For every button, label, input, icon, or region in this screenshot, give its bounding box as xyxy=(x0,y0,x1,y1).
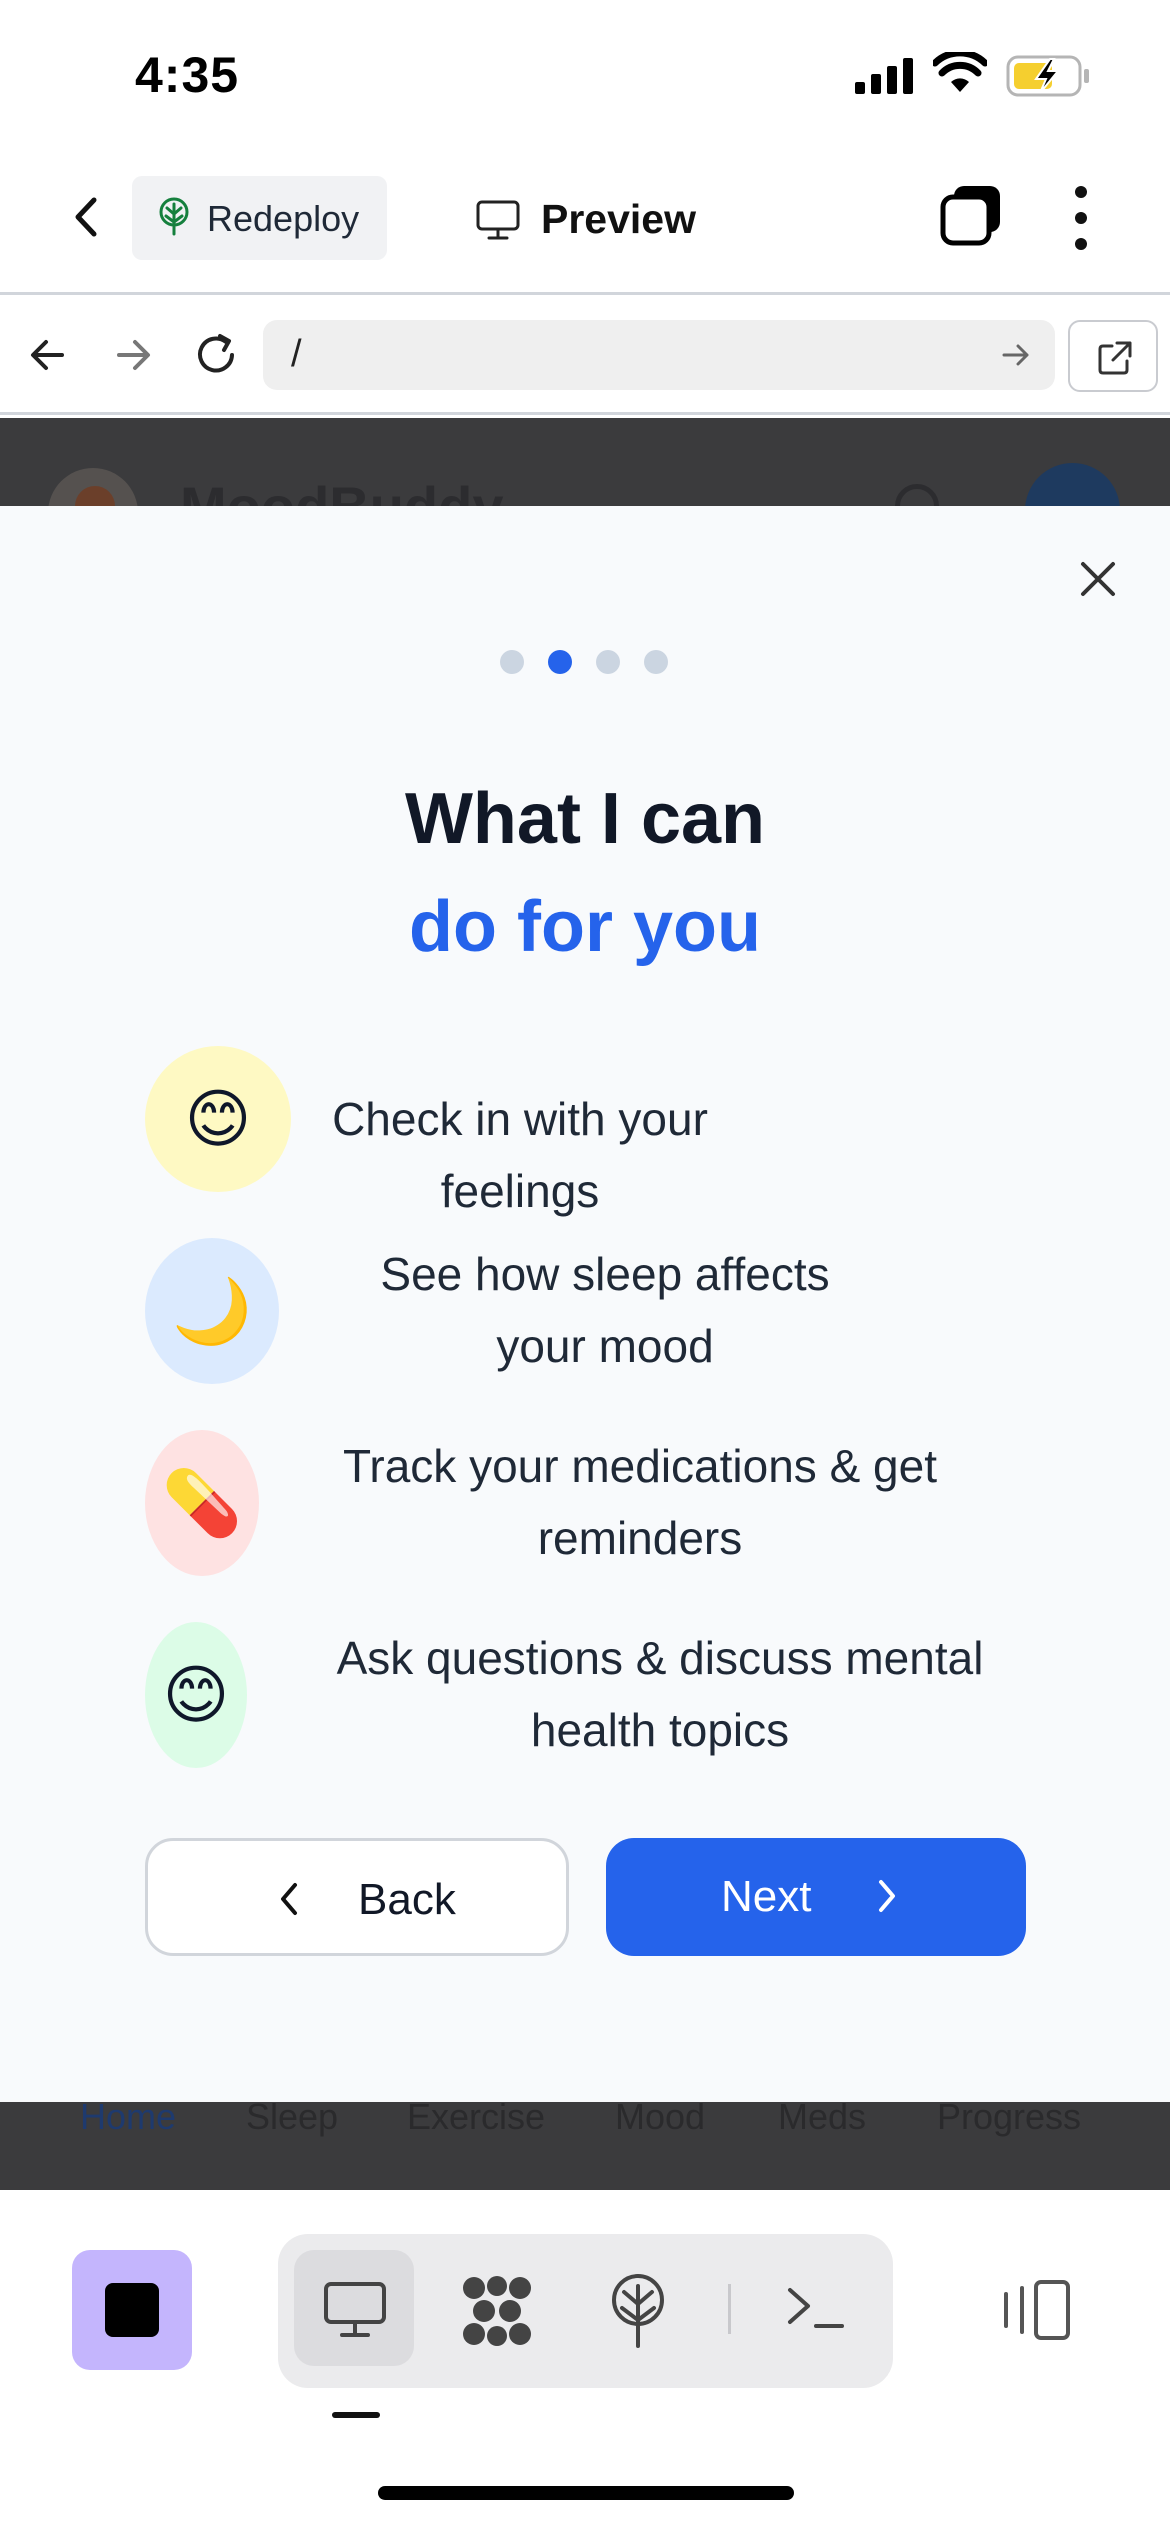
url-input[interactable]: / xyxy=(263,320,1055,390)
redeploy-button[interactable]: Redeploy xyxy=(132,176,387,260)
smiling-face-icon: 😊 xyxy=(145,1622,247,1768)
monitor-icon xyxy=(324,2282,386,2337)
site-tab-progress: Progress xyxy=(937,2102,1082,2137)
next-button[interactable]: Next xyxy=(606,1838,1026,1956)
site-avatar xyxy=(1025,463,1120,506)
step-dot xyxy=(596,650,620,674)
step-dot xyxy=(500,650,524,674)
bottom-toolbar xyxy=(0,2190,1170,2532)
back-button[interactable]: Back xyxy=(145,1838,569,1956)
site-tab-home: Home xyxy=(80,2102,177,2137)
open-external-button[interactable] xyxy=(1068,320,1158,392)
url-text: / xyxy=(291,333,302,375)
go-arrow-icon[interactable] xyxy=(999,338,1033,372)
feature-item: 😊 Ask questions & discuss mental health … xyxy=(145,1622,1025,1768)
reload-icon[interactable] xyxy=(188,327,244,383)
feature-item: 😊 Check in with your feelings xyxy=(145,1046,1025,1217)
browser-back-icon[interactable] xyxy=(20,327,76,383)
terminal-icon[interactable] xyxy=(786,2284,846,2334)
preview-tab[interactable]: Preview xyxy=(475,190,696,250)
site-tab-mood: Mood xyxy=(615,2102,706,2137)
tool-switcher xyxy=(278,2234,893,2388)
back-chevron-icon[interactable] xyxy=(62,192,112,242)
next-button-label: Next xyxy=(721,1872,812,1921)
deploy-tree-icon xyxy=(159,197,189,236)
close-icon[interactable] xyxy=(1075,556,1121,602)
site-brand: MoodBuddy xyxy=(180,474,503,506)
onboarding-modal: What I can do for you 😊 Check in with yo… xyxy=(0,506,1170,2102)
chevron-right-icon xyxy=(879,1880,895,1912)
preview-tool-button[interactable] xyxy=(294,2250,414,2366)
step-dot xyxy=(644,650,668,674)
stop-icon xyxy=(105,2283,159,2337)
browser-forward-icon[interactable] xyxy=(105,327,161,383)
crescent-moon-icon: 🌙 xyxy=(145,1238,279,1384)
stop-button[interactable] xyxy=(72,2250,192,2370)
feature-text: Track your medications & get reminders xyxy=(343,1440,937,1564)
preview-label: Preview xyxy=(541,196,696,242)
smiling-face-icon: 😊 xyxy=(145,1046,291,1192)
back-button-label: Back xyxy=(358,1875,456,1924)
step-indicator xyxy=(500,648,680,676)
wifi-icon xyxy=(933,52,987,92)
site-tab-meds: Meds xyxy=(778,2102,867,2137)
site-tab-exercise: Exercise xyxy=(407,2102,546,2137)
feature-text: See how sleep affects your mood xyxy=(380,1248,830,1372)
site-header-dimmed: MoodBuddy xyxy=(0,418,1170,506)
modal-title: What I can xyxy=(404,779,766,859)
pill-icon: 💊 xyxy=(145,1430,259,1576)
split-panel-icon[interactable] xyxy=(1000,2278,1074,2342)
feature-item: 💊 Track your medications & get reminders xyxy=(145,1430,1025,1576)
tabs-switcher-icon[interactable] xyxy=(940,184,1002,246)
battery-charging-icon xyxy=(1006,55,1089,97)
more-options-icon[interactable] xyxy=(1066,186,1096,250)
active-tool-indicator xyxy=(332,2412,380,2418)
status-time: 4:35 xyxy=(135,47,240,103)
site-tab-sleep: Sleep xyxy=(246,2102,339,2137)
grid-apps-icon[interactable] xyxy=(460,2274,534,2348)
home-indicator xyxy=(378,2486,794,2500)
deploy-tree-icon[interactable] xyxy=(608,2272,668,2350)
chevron-left-icon xyxy=(281,1883,297,1915)
feature-item: 🌙 See how sleep affects your mood xyxy=(145,1238,1025,1384)
monitor-icon xyxy=(476,200,520,240)
feature-text: Ask questions & discuss mental health to… xyxy=(336,1632,984,1756)
browser-nav-bar: / xyxy=(0,295,1170,415)
site-nav-dimmed: Home Sleep Exercise Mood Meds Progress xyxy=(0,2102,1170,2190)
step-dot xyxy=(548,650,572,674)
external-link-icon xyxy=(1098,341,1132,375)
redeploy-label: Redeploy xyxy=(207,198,360,239)
site-search-icon xyxy=(895,484,939,506)
cellular-signal-icon xyxy=(855,58,913,94)
toolbar-separator xyxy=(728,2284,731,2334)
status-bar: 4:35 xyxy=(0,0,1170,150)
modal-title-highlight: do for you xyxy=(409,887,761,967)
feature-text: Check in with your feelings xyxy=(332,1093,708,1217)
app-toolbar: Redeploy Preview xyxy=(0,150,1170,295)
